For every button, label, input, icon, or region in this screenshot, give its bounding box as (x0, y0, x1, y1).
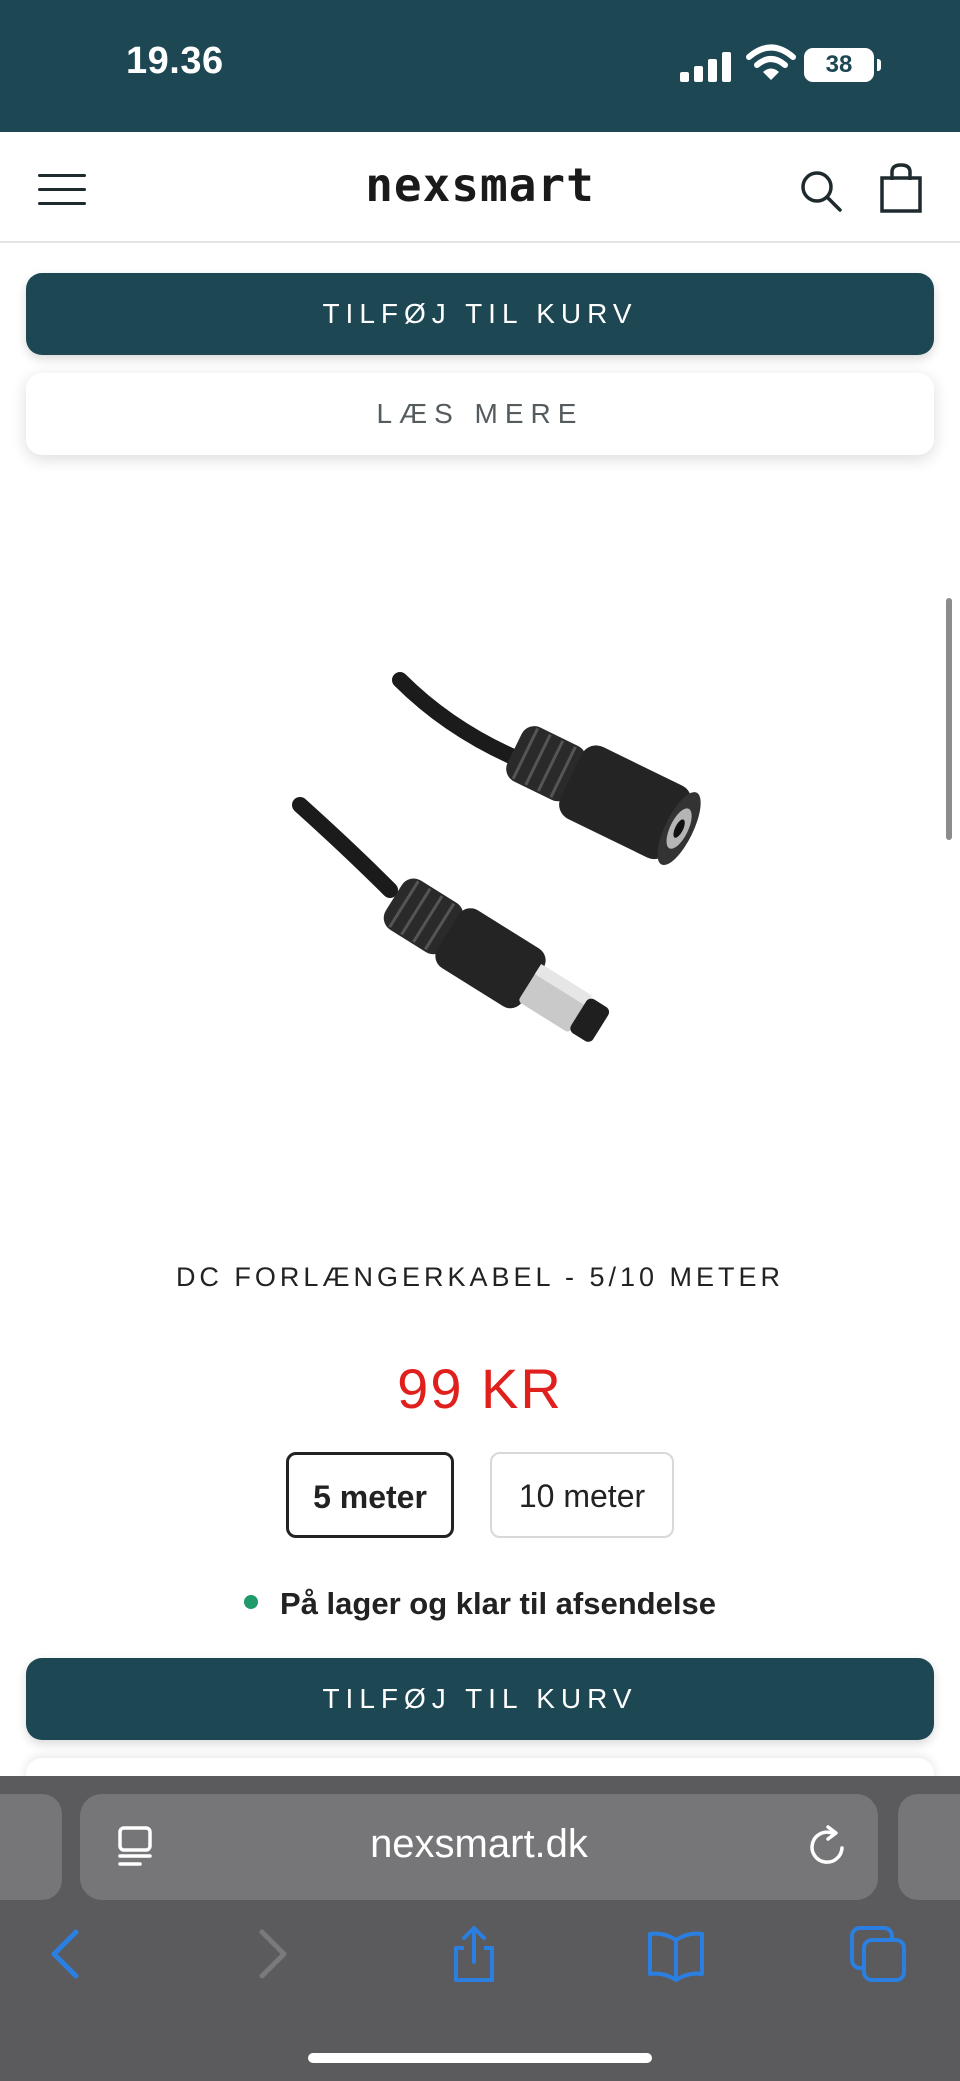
next-tab-preview[interactable] (898, 1794, 960, 1900)
in-stock-dot-icon (244, 1594, 259, 1609)
product-title: DC FORLÆNGERKABEL - 5/10 METER (175, 1262, 785, 1292)
bookmarks-icon[interactable] (646, 1924, 706, 1984)
battery-level: 38 (825, 51, 853, 78)
url-text: nexsmart.dk (370, 1822, 588, 1866)
product-price: 99 KR (397, 1357, 563, 1420)
home-indicator[interactable] (308, 2053, 652, 2063)
stock-status: På lager og klar til afsendelse (0, 1586, 960, 1622)
stock-status-text: På lager og klar til afsendelse (280, 1586, 716, 1621)
page-scrollbar[interactable] (946, 598, 952, 840)
back-icon[interactable] (36, 1924, 96, 1984)
read-more-button[interactable]: LÆS MERE (26, 373, 934, 455)
forward-icon[interactable] (242, 1924, 302, 1984)
wifi-icon (746, 44, 796, 80)
battery-icon: 38 (804, 48, 881, 82)
browser-toolbar: nexsmart.dk (0, 1776, 960, 2081)
reload-icon[interactable] (806, 1824, 850, 1870)
cellular-signal-icon (680, 52, 732, 82)
previous-tab-preview[interactable] (0, 1794, 62, 1900)
address-bar[interactable]: nexsmart.dk (80, 1794, 878, 1900)
search-icon[interactable] (798, 168, 844, 214)
status-bar: 19.36 38 (0, 0, 960, 132)
product-image[interactable] (20, 560, 940, 1200)
share-icon[interactable] (444, 1924, 504, 1984)
variant-option-10-meter[interactable]: 10 meter (490, 1452, 674, 1538)
add-to-cart-button[interactable]: TILFØJ TIL KURV (26, 1658, 934, 1740)
site-header: nexsmart (0, 132, 960, 243)
status-time: 19.36 (126, 40, 224, 82)
add-to-cart-button-top[interactable]: TILFØJ TIL KURV (26, 273, 934, 355)
tabs-icon[interactable] (848, 1924, 908, 1984)
variant-option-5-meter[interactable]: 5 meter (286, 1452, 454, 1538)
cart-bag-icon[interactable] (878, 162, 924, 214)
